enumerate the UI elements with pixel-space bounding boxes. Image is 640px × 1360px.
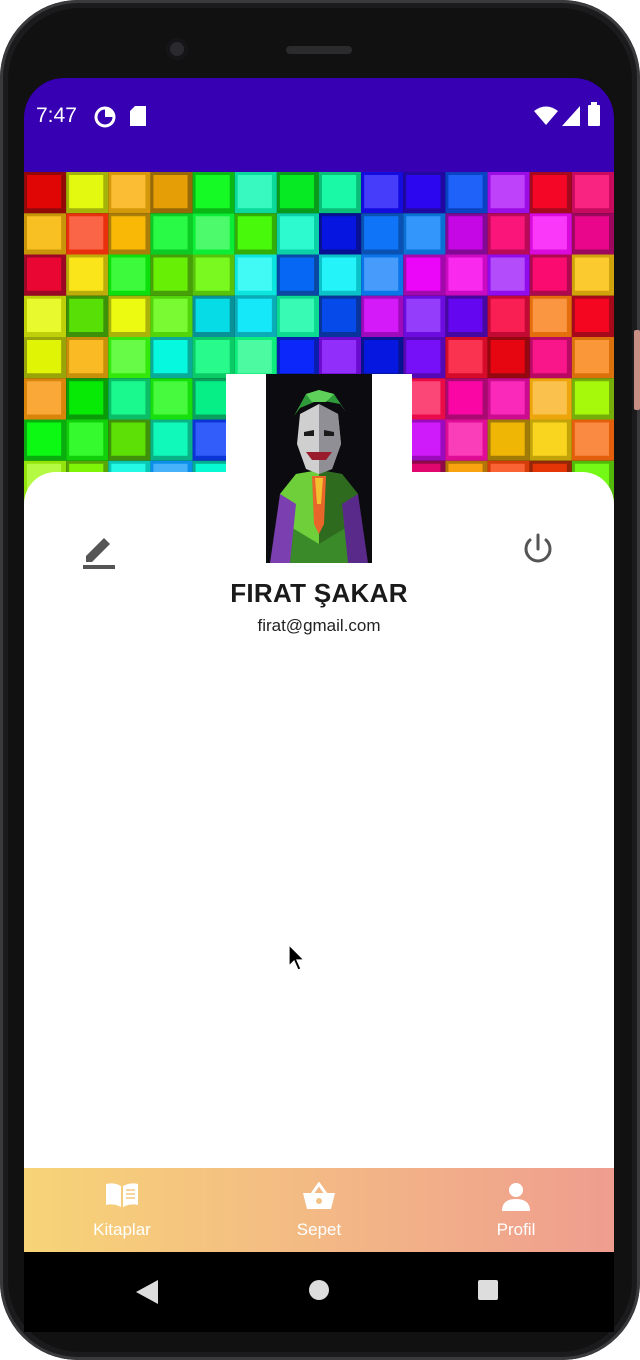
- bottom-navigation: Kitaplar Sepet Profil: [24, 1168, 614, 1252]
- profile-email: firat@gmail.com: [257, 616, 381, 635]
- nav-item-kitaplar[interactable]: Kitaplar: [52, 1168, 192, 1252]
- person-icon: [502, 1183, 530, 1211]
- power-side-button: [634, 330, 640, 410]
- nav-label-kitaplar: Kitaplar: [93, 1220, 151, 1239]
- home-icon[interactable]: [309, 1280, 329, 1300]
- mouse-pointer-icon: [288, 944, 306, 971]
- status-bar: 7:47: [24, 78, 614, 172]
- nav-label-profil: Profil: [496, 1220, 536, 1239]
- basket-icon: [303, 1182, 335, 1209]
- nav-item-profil[interactable]: Profil: [446, 1168, 586, 1252]
- profile-name: FIRAT ŞAKAR: [230, 578, 408, 608]
- signal-icon: [562, 106, 580, 126]
- phone-frame: 7:47 FIRAT ŞAKAR firat@gmail.com Kitapla…: [0, 0, 640, 1360]
- app-screen: 7:47 FIRAT ŞAKAR firat@gmail.com Kitapla…: [24, 78, 614, 1332]
- nav-item-sepet[interactable]: Sepet: [249, 1168, 389, 1252]
- nav-label-sepet: Sepet: [296, 1220, 342, 1239]
- edit-profile-button[interactable]: [80, 530, 118, 570]
- sd-card-icon: [130, 106, 146, 126]
- front-camera: [166, 38, 188, 60]
- battery-icon: [588, 102, 600, 126]
- status-time: 7:47: [36, 104, 77, 127]
- book-icon: [106, 1183, 138, 1207]
- avatar: [266, 374, 372, 563]
- wifi-icon: [534, 106, 558, 125]
- back-icon[interactable]: [136, 1280, 158, 1304]
- earpiece-speaker: [286, 46, 352, 54]
- logout-button[interactable]: [521, 532, 555, 566]
- data-saver-icon: [94, 106, 116, 128]
- system-navigation-bar: [24, 1252, 614, 1332]
- recents-icon[interactable]: [478, 1280, 498, 1300]
